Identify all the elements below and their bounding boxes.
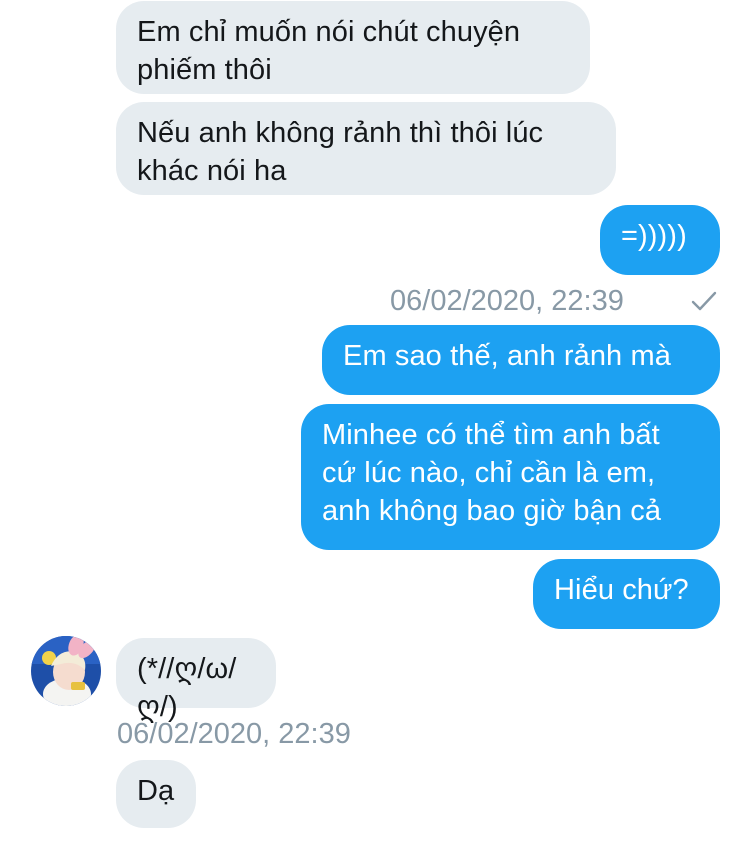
message-bubble-outgoing[interactable]: Hiểu chứ?: [533, 559, 720, 629]
message-bubble-incoming[interactable]: Nếu anh không rảnh thì thôi lúc khác nói…: [116, 102, 616, 195]
message-bubble-outgoing[interactable]: Em sao thế, anh rảnh mà: [322, 325, 720, 395]
message-timestamp: 06/02/2020, 22:39: [117, 718, 351, 750]
message-bubble-incoming[interactable]: Dạ: [116, 760, 196, 828]
message-bubble-outgoing[interactable]: Minhee có thể tìm anh bất cứ lúc nào, ch…: [301, 404, 720, 550]
message-timestamp: 06/02/2020, 22:39: [390, 285, 624, 317]
message-bubble-outgoing[interactable]: =))))): [600, 205, 720, 275]
checkmark-icon: [690, 288, 718, 314]
message-bubble-incoming[interactable]: Em chỉ muốn nói chút chuyện phiếm thôi: [116, 1, 590, 94]
message-bubble-incoming[interactable]: (*//ღ/ω/ღ/): [116, 638, 276, 723]
contact-avatar[interactable]: [31, 636, 101, 706]
